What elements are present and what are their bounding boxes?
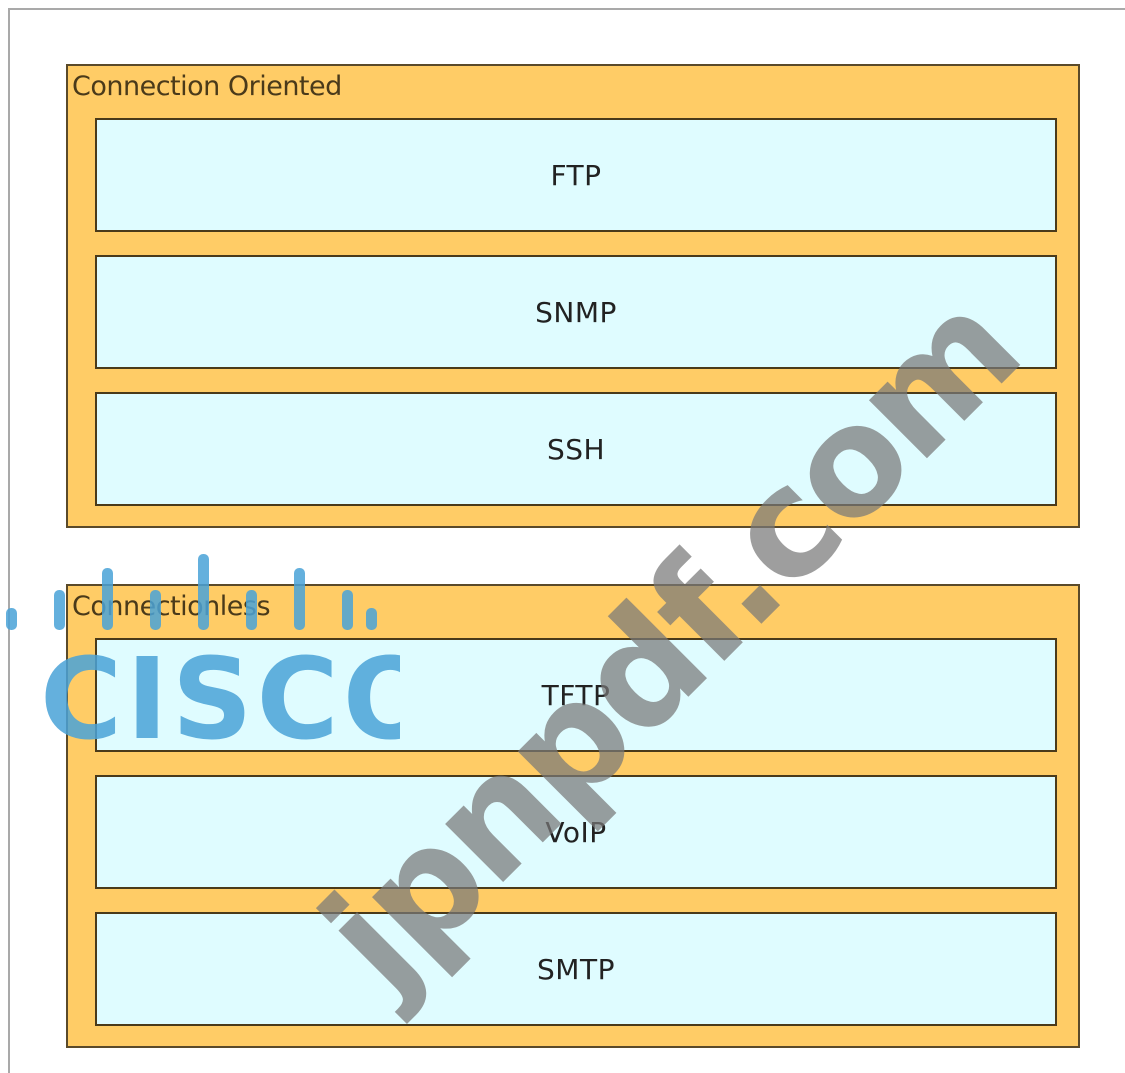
item-label: TFTP xyxy=(541,678,611,712)
group-title: Connection Oriented xyxy=(72,71,342,102)
item-label: SSH xyxy=(546,432,606,466)
item-label: FTP xyxy=(550,158,602,192)
group-connectionless: Connectionless TFTP VoIP SMTP xyxy=(66,584,1080,1048)
group-connection-oriented: Connection Oriented FTP SNMP SSH xyxy=(66,64,1080,528)
item-label: VoIP xyxy=(545,815,607,849)
item-label: SNMP xyxy=(535,295,617,329)
item-ftp[interactable]: FTP xyxy=(95,118,1057,232)
item-snmp[interactable]: SNMP xyxy=(95,255,1057,369)
item-ssh[interactable]: SSH xyxy=(95,392,1057,506)
group-title: Connectionless xyxy=(72,591,271,622)
drag-drop-panel: Connection Oriented FTP SNMP SSH Connect… xyxy=(8,8,1125,1073)
item-smtp[interactable]: SMTP xyxy=(95,912,1057,1026)
item-label: SMTP xyxy=(537,952,615,986)
item-tftp[interactable]: TFTP xyxy=(95,638,1057,752)
item-voip[interactable]: VoIP xyxy=(95,775,1057,889)
